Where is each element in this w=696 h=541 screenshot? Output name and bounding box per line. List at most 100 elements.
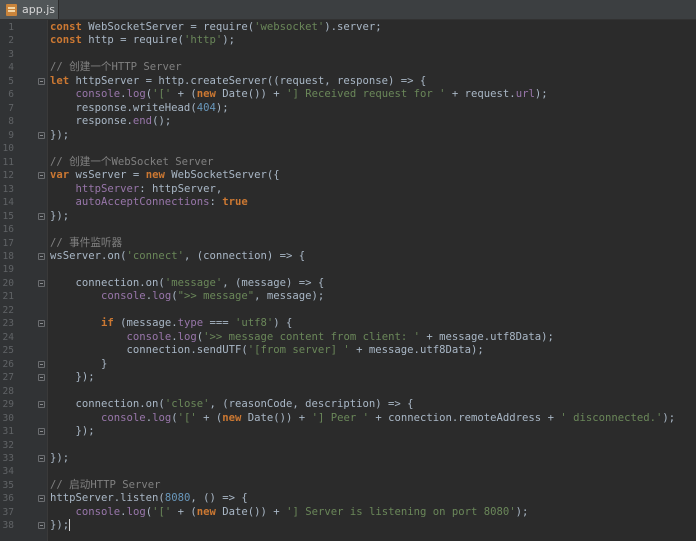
fold-marker-icon[interactable]: [38, 131, 45, 139]
code-line[interactable]: 11 // 创建一个WebSocket Server: [0, 156, 696, 169]
fold-marker-icon[interactable]: [38, 495, 45, 503]
code-text: });: [50, 371, 95, 384]
code-line[interactable]: 21 console.log(">> message", message);: [0, 290, 696, 303]
fold-marker-icon[interactable]: [38, 401, 45, 409]
code-token: response.writeHead(: [50, 101, 197, 114]
code-text: // 事件监听器: [50, 237, 122, 250]
code-line[interactable]: 37 console.log('[' + (new Date()) + '] S…: [0, 506, 696, 519]
code-text: console.log('>> message content from cli…: [50, 331, 554, 344]
code-line[interactable]: 15});: [0, 210, 696, 223]
code-line[interactable]: 18 wsServer.on('connect', (connection) =>…: [0, 250, 696, 263]
fold-marker-icon[interactable]: [38, 212, 45, 220]
fold-marker-icon[interactable]: [38, 172, 45, 180]
code-text: const WebSocketServer = require('websock…: [50, 21, 382, 34]
code-line[interactable]: 23 if (message.type === 'utf8') {: [0, 317, 696, 330]
code-token: log: [152, 411, 172, 424]
line-number: 19: [2, 264, 14, 276]
code-line[interactable]: 6 console.log('[' + (new Date()) + '] Re…: [0, 88, 696, 101]
code-token: + (: [171, 505, 197, 518]
code-line[interactable]: 36 httpServer.listen(8080, () => {: [0, 492, 696, 505]
code-line[interactable]: 25 connection.sendUTF('[from server] ' +…: [0, 344, 696, 357]
code-token: '[': [152, 505, 172, 518]
fold-marker-icon[interactable]: [38, 252, 45, 260]
code-line[interactable]: 29 connection.on('close', (reasonCode, d…: [0, 398, 696, 411]
code-line[interactable]: 10: [0, 142, 696, 155]
code-token: let: [50, 74, 70, 87]
code-editor[interactable]: 1 const WebSocketServer = require('websoc…: [0, 20, 696, 541]
code-token: httpServer.listen(: [50, 492, 165, 505]
line-number: 29: [2, 399, 14, 411]
code-token: );: [515, 505, 529, 518]
code-token: '[': [177, 411, 197, 424]
code-line[interactable]: 19: [0, 263, 696, 276]
code-line[interactable]: 38});: [0, 519, 696, 532]
fold-marker-icon[interactable]: [38, 77, 45, 85]
code-line[interactable]: 34: [0, 465, 696, 478]
line-number: 31: [2, 426, 14, 438]
code-line[interactable]: 22: [0, 304, 696, 317]
line-number: 1: [8, 22, 14, 33]
fold-marker-icon[interactable]: [38, 279, 45, 287]
code-line[interactable]: 26 }: [0, 358, 696, 371]
code-token: // 创建一个HTTP Server: [50, 61, 182, 74]
code-text: });: [50, 425, 95, 438]
code-token: Date()) +: [241, 411, 312, 424]
code-token: new: [196, 88, 216, 101]
code-line[interactable]: 5 let httpServer = http.createServer((req…: [0, 75, 696, 88]
code-token: const: [50, 34, 82, 47]
line-number: 14: [2, 197, 14, 209]
line-number: 24: [2, 331, 14, 343]
tab-app-js[interactable]: app.js: [0, 0, 59, 19]
code-line[interactable]: 8 response.end();: [0, 115, 696, 128]
fold-marker-icon[interactable]: [38, 428, 45, 436]
line-number: 7: [8, 102, 14, 114]
code-line[interactable]: 27 });: [0, 371, 696, 384]
line-number: 35: [2, 479, 14, 491]
code-line[interactable]: 7 response.writeHead(404);: [0, 102, 696, 115]
code-line[interactable]: 30 console.log('[' + (new Date()) + '] P…: [0, 412, 696, 425]
code-line[interactable]: 20 connection.on('message', (message) =>…: [0, 277, 696, 290]
code-line[interactable]: 35 // 启动HTTP Server: [0, 479, 696, 492]
code-text: });: [50, 129, 69, 142]
code-line[interactable]: 1 const WebSocketServer = require('websoc…: [0, 21, 696, 34]
code-line[interactable]: 14 autoAcceptConnections: true: [0, 196, 696, 209]
code-token: // 事件监听器: [50, 236, 123, 249]
line-number: 25: [2, 345, 14, 357]
code-token: Date()) +: [215, 505, 287, 518]
code-text: console.log('[' + (new Date()) + '] Serv…: [50, 505, 529, 519]
code-line[interactable]: 24 console.log('>> message content from …: [0, 331, 696, 344]
code-token: // 启动HTTP Server: [50, 478, 161, 491]
line-number: 23: [2, 318, 14, 330]
code-line[interactable]: 13 httpServer: httpServer,: [0, 183, 696, 196]
code-token: connection.on(: [50, 276, 165, 289]
fold-marker-icon[interactable]: [38, 522, 45, 530]
code-line[interactable]: 16: [0, 223, 696, 236]
fold-marker-icon[interactable]: [38, 455, 45, 462]
code-text: connection.on('close', (reasonCode, desc…: [50, 398, 414, 411]
code-line[interactable]: 9});: [0, 129, 696, 142]
code-text: });: [50, 452, 69, 465]
line-number: 21: [2, 291, 14, 303]
fold-marker-icon[interactable]: [38, 374, 45, 382]
code-line[interactable]: 33});: [0, 452, 696, 465]
fold-marker-icon[interactable]: [38, 360, 45, 368]
code-token: + (: [196, 411, 223, 424]
code-line[interactable]: 2 const http = require('http');: [0, 34, 696, 47]
code-text: wsServer.on('connect', (connection) => {: [50, 250, 305, 263]
editor-tab-bar: app.js: [0, 0, 696, 20]
code-line[interactable]: 4 // 创建一个HTTP Server: [0, 61, 696, 74]
code-token: type: [177, 317, 204, 330]
code-token: );: [534, 88, 548, 101]
code-line[interactable]: 28: [0, 385, 696, 398]
code-line[interactable]: 32: [0, 439, 696, 452]
code-line[interactable]: 31 });: [0, 425, 696, 438]
code-line[interactable]: 3: [0, 48, 696, 61]
fold-marker-icon[interactable]: [38, 320, 45, 328]
code-line[interactable]: 17 // 事件监听器: [0, 237, 696, 250]
code-line[interactable]: 12 var wsServer = new WebSocketServer({: [0, 169, 696, 182]
code-token: log: [126, 505, 146, 518]
code-text: httpServer.listen(8080, () => {: [50, 492, 248, 505]
line-number: 33: [2, 453, 14, 464]
